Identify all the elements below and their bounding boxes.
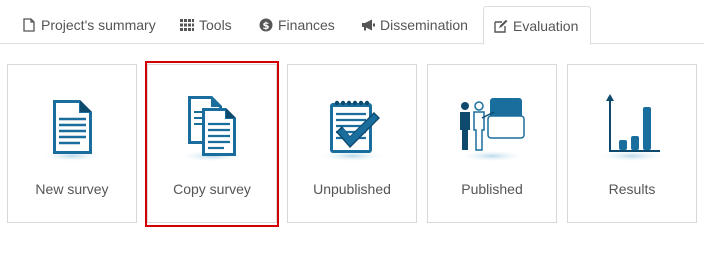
tab-label: Evaluation (513, 17, 579, 34)
published-card[interactable]: Published (427, 64, 557, 223)
document-icon (22, 18, 36, 32)
tab-bar: Project's summary Tools $ Finances Disse… (0, 0, 704, 45)
edit-icon (494, 19, 508, 33)
card-label: Results (608, 181, 656, 197)
unpublished-card[interactable]: Unpublished (287, 64, 417, 223)
published-presentation-icon (458, 98, 526, 162)
unpublished-checklist-icon (318, 100, 386, 162)
megaphone-icon (361, 18, 375, 32)
tab-label: Tools (199, 17, 232, 33)
results-card[interactable]: Results (567, 64, 697, 223)
tab-projects-summary[interactable]: Project's summary (12, 6, 166, 44)
new-survey-icon (40, 100, 104, 162)
tab-dissemination[interactable]: Dissemination (351, 6, 478, 44)
copy-survey-card[interactable]: Copy survey (147, 64, 277, 223)
card-label: Copy survey (173, 181, 251, 197)
tab-tools[interactable]: Tools (170, 6, 242, 44)
copy-survey-icon (178, 96, 246, 162)
tab-evaluation[interactable]: Evaluation (483, 6, 591, 45)
card-label: Unpublished (313, 181, 391, 197)
dollar-icon: $ (259, 18, 273, 32)
new-survey-card[interactable]: New survey (7, 64, 137, 223)
tab-label: Dissemination (380, 17, 468, 33)
tab-label: Project's summary (41, 17, 156, 33)
svg-text:$: $ (263, 21, 270, 32)
card-label: New survey (35, 181, 109, 197)
results-chart-icon (598, 94, 666, 162)
tab-finances[interactable]: $ Finances (249, 6, 345, 44)
grid-icon (180, 18, 194, 32)
tab-label: Finances (278, 17, 335, 33)
card-label: Published (461, 181, 523, 197)
